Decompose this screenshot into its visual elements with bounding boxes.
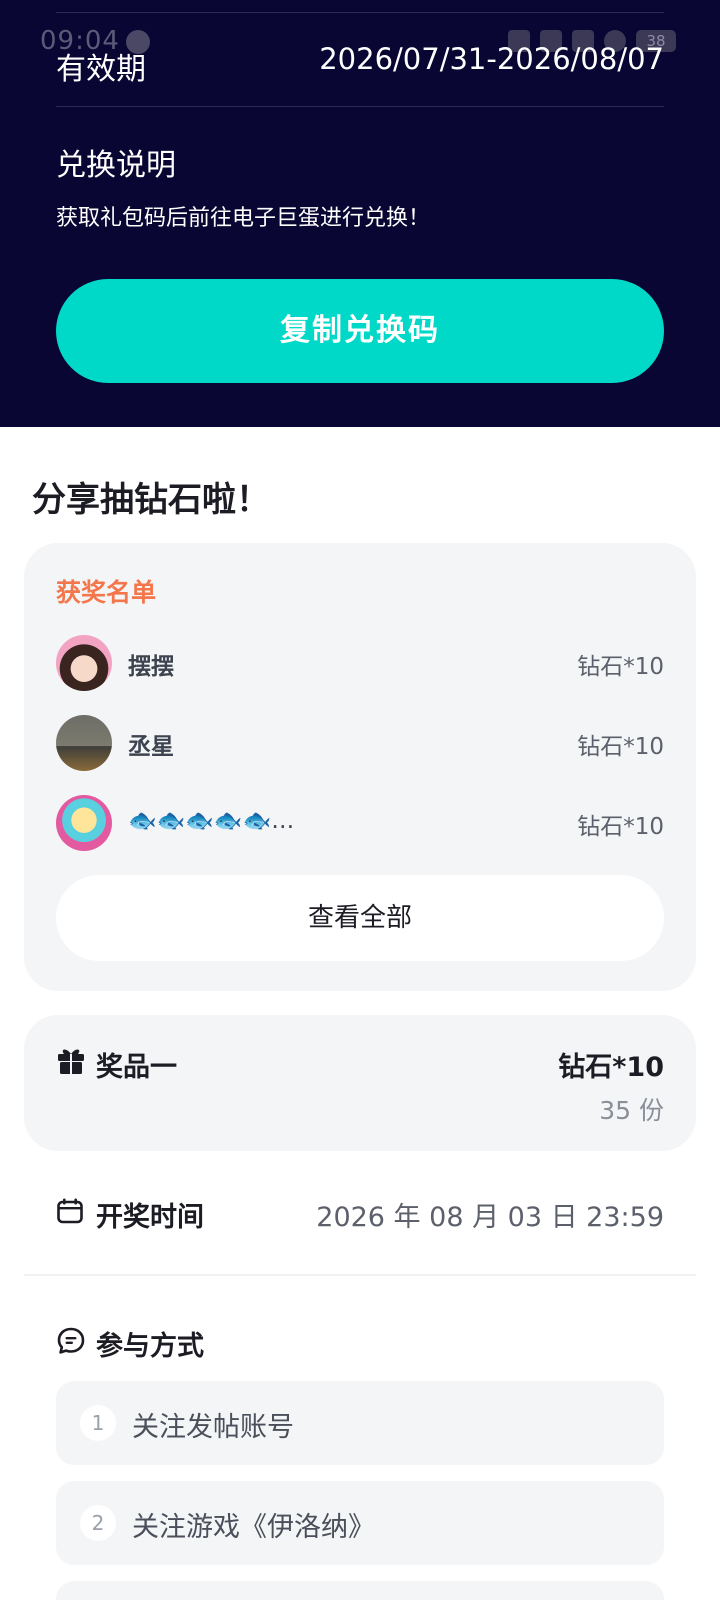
divider	[56, 106, 664, 107]
view-all-button[interactable]: 查看全部	[56, 875, 664, 961]
redeem-panel: 09:04 38 有效期 2026/07/31-2026/08/07 兑换说明 …	[0, 0, 720, 427]
instructions-title: 兑换说明	[56, 148, 176, 183]
step-text: 关注发帖账号	[132, 1412, 294, 1443]
prize-card: 奖品一 钻石*10 35 份	[24, 1015, 696, 1151]
copy-code-button[interactable]: 复制兑换码	[56, 279, 664, 383]
winner-row[interactable]: 丞星 钻石*10	[56, 715, 664, 771]
chat-icon	[57, 1327, 85, 1354]
participation-step[interactable]	[56, 1581, 664, 1600]
validity-label: 有效期	[56, 52, 146, 87]
winner-name: 摆摆	[128, 654, 174, 680]
winner-prize: 钻石*10	[577, 814, 664, 840]
winner-name: 🐟🐟🐟🐟🐟…	[128, 808, 295, 834]
participation-step[interactable]: 1 关注发帖账号	[56, 1381, 664, 1465]
step-text: 关注游戏《伊洛纳》	[132, 1512, 375, 1543]
step-number: 1	[80, 1405, 116, 1441]
gift-icon	[58, 1049, 84, 1074]
avatar[interactable]	[56, 635, 112, 691]
divider	[56, 12, 664, 13]
participate-header: 参与方式	[56, 1322, 664, 1362]
avatar[interactable]	[56, 715, 112, 771]
calendar-icon	[57, 1198, 83, 1224]
step-number: 2	[80, 1505, 116, 1541]
participation-step[interactable]: 2 关注游戏《伊洛纳》	[56, 1481, 664, 1565]
participate-label: 参与方式	[96, 1331, 204, 1362]
instructions-text: 获取礼包码后前往电子巨蛋进行兑换！	[56, 206, 431, 231]
winner-prize: 钻石*10	[577, 654, 664, 680]
draw-time-value: 2026 年 08 月 03 日 23:59	[316, 1202, 664, 1233]
share-title: 分享抽钻石啦！	[32, 480, 270, 520]
winner-row[interactable]: 🐟🐟🐟🐟🐟… 钻石*10	[56, 795, 664, 851]
draw-time-label: 开奖时间	[96, 1202, 204, 1233]
winners-title: 获奖名单	[56, 578, 157, 607]
validity-value: 2026/07/31-2026/08/07	[319, 42, 664, 76]
winners-card: 获奖名单 摆摆 钻石*10 丞星 钻石*10 🐟🐟🐟🐟🐟… 钻石*10 查看全部	[24, 543, 696, 991]
prize-count: 35 份	[599, 1096, 664, 1125]
avatar[interactable]	[56, 795, 112, 851]
draw-time-row: 开奖时间 2026 年 08 月 03 日 23:59	[56, 1193, 664, 1233]
prize-value: 钻石*10	[558, 1052, 664, 1083]
winner-row[interactable]: 摆摆 钻石*10	[56, 635, 664, 691]
divider	[24, 1274, 696, 1276]
winner-prize: 钻石*10	[577, 734, 664, 760]
winner-name: 丞星	[128, 734, 174, 760]
prize-label: 奖品一	[96, 1052, 177, 1083]
